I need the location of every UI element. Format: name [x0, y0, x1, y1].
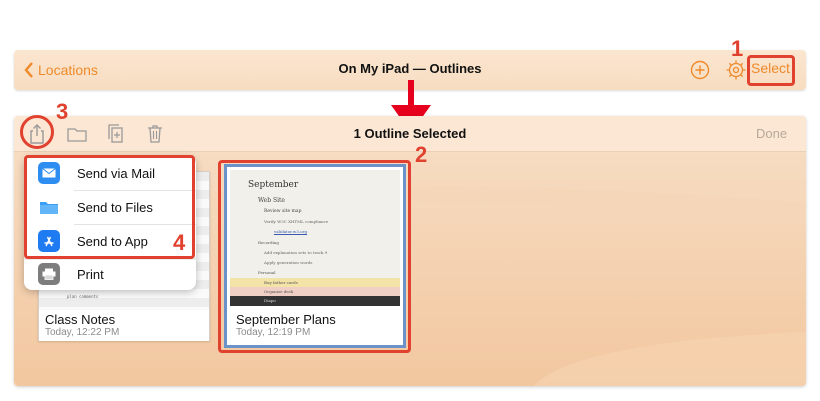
selection-status-title: 1 Outline Selected	[353, 126, 467, 141]
annotation-number-3: 3	[56, 99, 69, 124]
print-icon	[38, 263, 60, 285]
class-notes-caption: Class Notes Today, 12:22 PM	[39, 310, 209, 341]
class-notes-thumb-text: plan comments	[67, 294, 99, 299]
annotation-box-select	[747, 55, 795, 86]
gear-icon[interactable]	[725, 59, 747, 81]
menu-item-label: Print	[77, 266, 104, 282]
document-title: Class Notes	[45, 312, 116, 327]
annotation-number-1: 1	[731, 36, 744, 61]
annotation-number-2: 2	[415, 142, 428, 167]
add-icon[interactable]	[690, 60, 710, 80]
annotation-box-selected-document	[218, 160, 411, 353]
annotation-box-share-options	[24, 155, 195, 259]
document-date: Today, 12:22 PM	[45, 327, 120, 338]
annotation-circle-share	[20, 115, 54, 149]
selection-toolbar: 1 Outline Selected Done	[14, 116, 806, 152]
annotation-number-4: 4	[173, 230, 186, 255]
done-button[interactable]: Done	[756, 126, 787, 141]
menu-item-print[interactable]: Print	[24, 258, 196, 290]
page-title: On My iPad — Outlines	[338, 61, 482, 76]
